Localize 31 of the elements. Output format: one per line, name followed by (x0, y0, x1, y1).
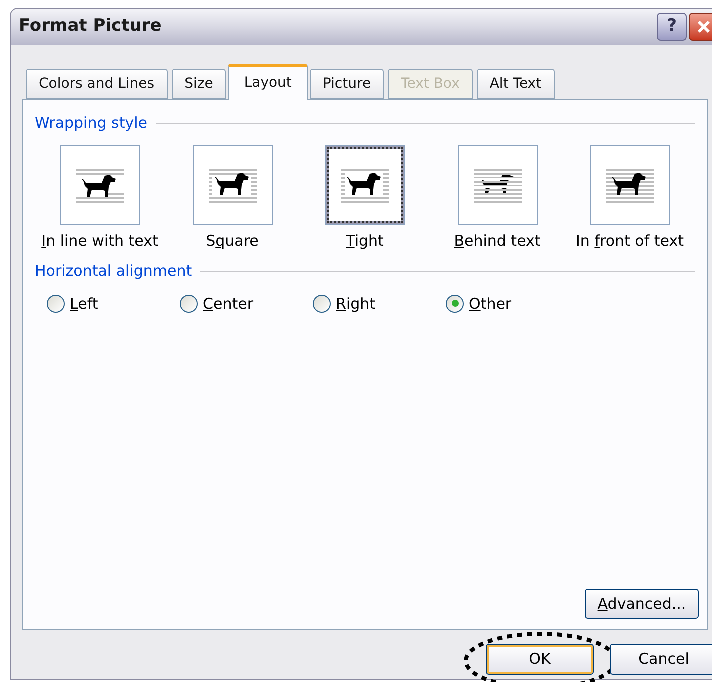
wrapping-option[interactable] (192, 144, 272, 224)
wrapping-option[interactable] (590, 144, 670, 224)
option-label: Tight (346, 230, 384, 252)
radio-label: Left (70, 294, 98, 314)
help-button[interactable]: ? (657, 13, 687, 41)
dialog-button[interactable]: OK (486, 644, 594, 675)
window-title: Format Picture (19, 15, 163, 38)
section-heading: Horizontal alignment (35, 261, 192, 282)
tab[interactable]: Layout (228, 64, 308, 100)
tab[interactable]: Size (172, 69, 226, 99)
option-label: In line with text (42, 230, 158, 252)
tab[interactable]: Colors and Lines (26, 69, 168, 99)
option-label: Square (206, 230, 259, 252)
radio-label: Center (203, 294, 254, 314)
advanced-button[interactable]: Advanced... (585, 589, 699, 619)
wrapping-option[interactable] (60, 144, 140, 224)
radio-label: Right (336, 294, 376, 314)
radio-button[interactable] (47, 294, 65, 313)
radio-button[interactable] (180, 294, 198, 313)
close-icon (696, 19, 712, 35)
tab[interactable]: Alt Text (476, 69, 555, 99)
radio-label: Other (469, 294, 512, 314)
wrapping-option[interactable] (325, 144, 405, 224)
radio-button[interactable] (446, 294, 464, 313)
tab[interactable]: Picture (310, 69, 384, 99)
dialog-button[interactable]: Cancel (610, 644, 712, 675)
close-button[interactable] (689, 13, 712, 41)
option-label: In front of text (576, 230, 684, 252)
option-label: Behind text (454, 230, 541, 252)
radio-button[interactable] (313, 294, 331, 313)
section-heading: Wrapping style (35, 113, 148, 134)
